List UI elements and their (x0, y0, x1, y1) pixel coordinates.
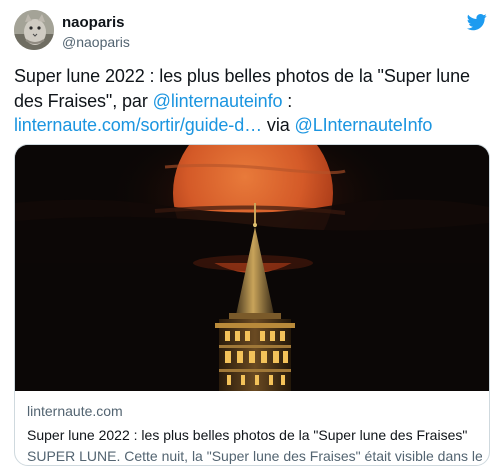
mention-link[interactable]: @linternauteinfo (153, 91, 283, 111)
avatar[interactable] (14, 10, 54, 50)
twitter-bird-icon[interactable] (466, 12, 488, 32)
mention-link[interactable]: @LInternauteInfo (295, 115, 433, 135)
tweet-text-part: : (282, 90, 293, 111)
tweet-text-part: via (262, 115, 295, 135)
author-handle[interactable]: @naoparis (62, 33, 130, 51)
card-domain: linternaute.com (27, 403, 123, 419)
tweet-header: naoparis @naoparis (14, 10, 490, 54)
card-image[interactable] (15, 145, 489, 391)
link-card[interactable]: linternaute.com Super lune 2022 : les pl… (14, 144, 490, 466)
author-display-name[interactable]: naoparis (62, 14, 130, 32)
article-link[interactable]: linternaute.com/sortir/guide-d… (14, 115, 262, 135)
card-description: SUPER LUNE. Cette nuit, la "Super lune d… (27, 448, 482, 464)
author-info: naoparis @naoparis (62, 14, 130, 51)
tweet-text: Super lune 2022 : les plus belles photos… (14, 64, 486, 138)
card-meta: linternaute.com Super lune 2022 : les pl… (27, 402, 482, 465)
card-title[interactable]: Super lune 2022 : les plus belles photos… (27, 426, 482, 445)
